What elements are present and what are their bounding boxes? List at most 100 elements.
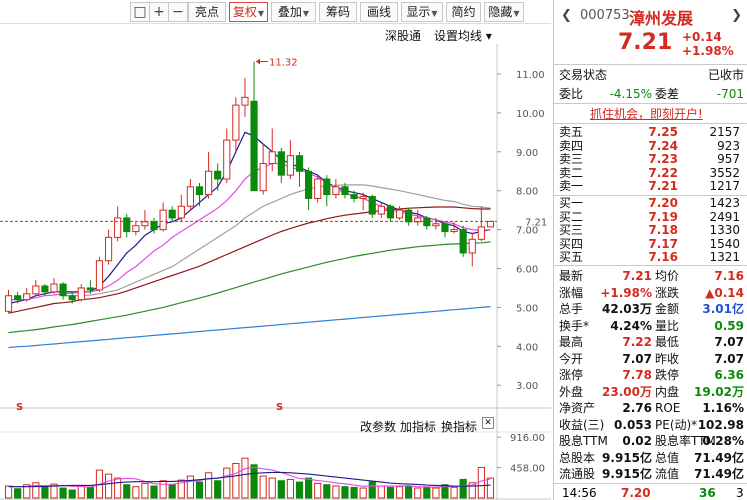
toolbar-item-0[interactable]: 亮点 xyxy=(188,2,226,22)
toolbar-item-7[interactable]: 隐藏▼ xyxy=(484,2,524,22)
fullscreen-icon[interactable]: □ xyxy=(130,2,150,22)
toolbar-item-label: 亮点 xyxy=(194,5,219,19)
price-change: +0.14 +1.98% xyxy=(682,30,734,58)
wb-label: 委比 xyxy=(559,87,584,101)
candle-body xyxy=(477,226,485,240)
add-indicator-button[interactable]: 加指标 xyxy=(400,418,436,435)
candle-body xyxy=(250,100,258,192)
candle-body xyxy=(59,283,67,297)
candle-body xyxy=(232,104,240,141)
bid-volume: 1330 xyxy=(709,223,740,237)
signal-marker: S xyxy=(16,402,23,413)
zoom-out-button[interactable]: − xyxy=(168,2,188,22)
chevron-down-icon: ▼ xyxy=(257,9,265,18)
candle-body xyxy=(168,209,176,219)
ask-volume: 2157 xyxy=(709,125,740,139)
toolbar-item-label: 复权 xyxy=(232,5,257,19)
zoom-in-button[interactable]: + xyxy=(149,2,169,22)
bid-row[interactable]: 买五 7.16 1321 xyxy=(554,251,747,264)
bid-label: 买四 xyxy=(559,236,584,251)
toolbar-item-2[interactable]: 叠加▼ xyxy=(271,2,316,22)
candle-body xyxy=(114,217,122,238)
quote-value: 0.02 xyxy=(622,434,652,448)
candle-body xyxy=(386,205,395,219)
candle-body xyxy=(177,205,185,219)
candle-body xyxy=(132,225,140,233)
ask-row[interactable]: 卖五 7.25 2157 xyxy=(554,126,747,139)
prev-stock-icon[interactable]: ❮ xyxy=(561,8,572,23)
candle-body xyxy=(395,209,404,219)
candle-body xyxy=(314,178,322,199)
candle-body xyxy=(295,155,304,172)
bid-row[interactable]: 买三 7.18 1330 xyxy=(554,224,747,237)
toolbar-item-label: 显示 xyxy=(406,5,431,19)
y-tick-label: 10.00 xyxy=(516,109,545,120)
change-params-button[interactable]: 改参数 xyxy=(360,418,396,435)
ask-price: 7.22 xyxy=(648,165,678,180)
candle-body xyxy=(150,221,158,231)
quote-label: 跌停 xyxy=(655,368,680,382)
quote-row: 今开 7.07 昨收 7.07 xyxy=(554,351,747,367)
toolbar-item-1[interactable]: 复权▼ xyxy=(229,2,268,22)
quote-value: 2.76 xyxy=(622,401,652,415)
quote-label: 换手* xyxy=(559,318,590,333)
volume-bar xyxy=(405,485,413,499)
stock-code: 000753 xyxy=(580,8,630,23)
quote-value: ▲0.14 xyxy=(705,285,744,300)
toolbar-item-3[interactable]: 筹码 xyxy=(319,2,357,22)
quote-label: 股息TTM xyxy=(559,434,608,448)
quote-label: PE(动)* xyxy=(655,417,698,432)
ask-volume: 923 xyxy=(717,138,740,153)
bid-row[interactable]: 买四 7.17 1540 xyxy=(554,236,747,251)
volume-bar xyxy=(41,486,49,499)
bid-label: 买五 xyxy=(559,250,584,264)
quote-value: 7.21 xyxy=(622,269,652,283)
volume-bar xyxy=(486,477,495,499)
bid-row[interactable]: 买二 7.19 2491 xyxy=(554,210,747,224)
candle-body xyxy=(268,151,276,164)
switch-indicator-button[interactable]: 换指标 xyxy=(441,418,477,435)
status-label: 交易状态 xyxy=(559,68,608,82)
ask-row[interactable]: 卖二 7.22 3552 xyxy=(554,165,747,180)
ask-volume: 3552 xyxy=(709,165,740,180)
candle-body xyxy=(204,170,213,196)
candle-body xyxy=(450,229,458,233)
toolbar-item-4[interactable]: 画线 xyxy=(360,2,398,22)
ask-row[interactable]: 卖三 7.23 957 xyxy=(554,153,747,166)
open-account-link[interactable]: 抓住机会，即刻开户! xyxy=(590,105,703,122)
quote-value: 7.78 xyxy=(622,368,652,382)
candle-body xyxy=(259,162,267,192)
volume-bar xyxy=(432,487,440,499)
ask-row[interactable]: 卖一 7.21 1217 xyxy=(554,180,747,193)
candle-body xyxy=(377,205,385,215)
chart-toolbar: □ + − 亮点 复权▼ 叠加▼ 筹码 画线 显示▼ 简约 隐藏▼ xyxy=(0,0,551,24)
current-price: 7.21 xyxy=(618,30,673,55)
candle-body xyxy=(223,139,231,180)
ask-label: 卖二 xyxy=(559,165,584,180)
volume-bar xyxy=(141,482,149,499)
y-tick-label: 9.00 xyxy=(516,148,538,159)
quote-row: 最新 7.21 均价 7.16 xyxy=(554,268,747,284)
next-stock-icon[interactable]: ❯ xyxy=(731,8,742,23)
candle-body xyxy=(186,186,194,207)
candle-body xyxy=(4,295,13,312)
volume-bar xyxy=(14,488,22,499)
volume-bar xyxy=(150,485,158,499)
ask-row[interactable]: 卖四 7.24 923 xyxy=(554,138,747,153)
quote-value: 23.00万 xyxy=(602,384,652,399)
bid-row[interactable]: 买一 7.20 1423 xyxy=(554,197,747,210)
ma-settings-dropdown[interactable]: 设置均线 ▾ xyxy=(434,27,492,44)
candle-body xyxy=(77,287,85,301)
y-tick-label: 6.00 xyxy=(516,265,538,276)
quote-value: 9.915亿 xyxy=(602,467,652,481)
quote-row: 外盘 23.00万 内盘 19.02万 xyxy=(554,384,747,400)
toolbar-item-6[interactable]: 简约 xyxy=(446,2,481,22)
quote-value: 6.36 xyxy=(714,368,744,382)
close-icon[interactable]: ✕ xyxy=(482,417,494,429)
volume-bar xyxy=(359,487,367,499)
candle-body xyxy=(32,285,40,295)
market-link[interactable]: 深股通 xyxy=(385,27,421,44)
y-tick-label: 11.00 xyxy=(516,70,545,81)
quote-value: 7.16 xyxy=(714,269,744,283)
toolbar-item-5[interactable]: 显示▼ xyxy=(401,2,443,22)
